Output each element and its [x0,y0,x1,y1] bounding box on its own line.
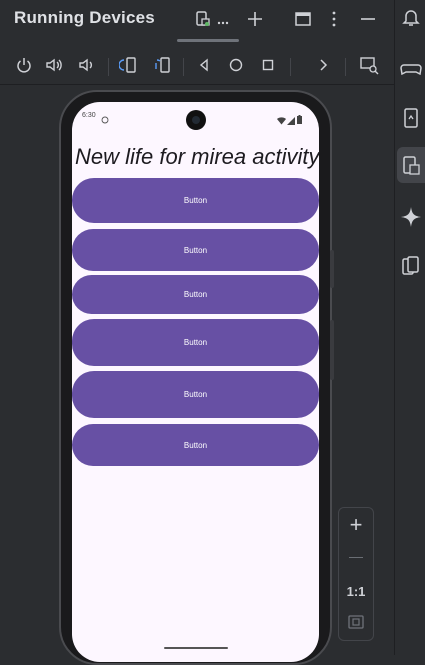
zoom-panel: + — 1:1 [338,507,374,641]
app-button-3[interactable]: Button [72,275,319,314]
device-file-icon[interactable] [399,106,423,130]
status-time: 6:30 [82,112,96,119]
minimize-icon[interactable] [355,6,381,32]
notifications-icon[interactable] [399,5,423,29]
title-bar: Running Devices [0,0,394,40]
back-icon[interactable] [192,53,216,77]
rotate-left-icon[interactable] [117,53,141,77]
more-icon[interactable] [210,6,236,32]
power-icon[interactable] [12,53,36,77]
app-button-2[interactable]: Button [72,229,319,271]
front-camera [186,110,206,130]
separator [345,58,346,76]
gemini-icon[interactable] [399,205,423,229]
status-clock-icon [101,111,109,129]
wifi-icon [277,112,286,130]
panel-title: Running Devices [14,8,155,27]
app-button-6[interactable]: Button [72,424,319,466]
separator [108,58,109,76]
app-button-5[interactable]: Button [72,371,319,418]
overview-icon[interactable] [256,53,280,77]
device-toolbar [0,46,394,85]
fit-screen-icon[interactable] [339,614,373,635]
battery-icon [297,111,302,129]
drag-handle[interactable] [177,39,239,42]
more-chevron-icon[interactable] [311,53,335,77]
phone-side-button[interactable] [330,250,334,288]
separator [290,58,291,76]
signal-icon [287,112,295,130]
zoom-in-button[interactable]: + [339,512,373,538]
add-icon[interactable] [242,6,268,32]
app-button-4[interactable]: Button [72,319,319,366]
separator [183,58,184,76]
gamepad-icon[interactable] [399,56,423,80]
rotate-right-icon[interactable] [151,53,175,77]
running-devices-icon[interactable] [399,154,423,178]
phone-side-button[interactable] [330,320,334,380]
kebab-icon[interactable] [321,6,347,32]
home-icon[interactable] [224,53,248,77]
status-bar: 6:30 [72,102,319,130]
screenshot-icon[interactable] [357,53,381,77]
right-tool-window-bar [394,0,425,655]
zoom-out-button[interactable]: — [339,548,373,564]
volume-up-icon[interactable] [43,53,67,77]
app-heading: New life for mirea activity! [75,144,319,169]
gesture-bar[interactable] [164,647,228,649]
zoom-ratio-button[interactable]: 1:1 [339,584,373,599]
volume-down-icon[interactable] [75,53,99,77]
device-mirror-icon[interactable] [399,254,423,278]
device-screen[interactable]: 6:30 New life for mirea activity! Button… [72,102,319,662]
window-icon[interactable] [290,6,316,32]
app-button-1[interactable]: Button [72,178,319,223]
